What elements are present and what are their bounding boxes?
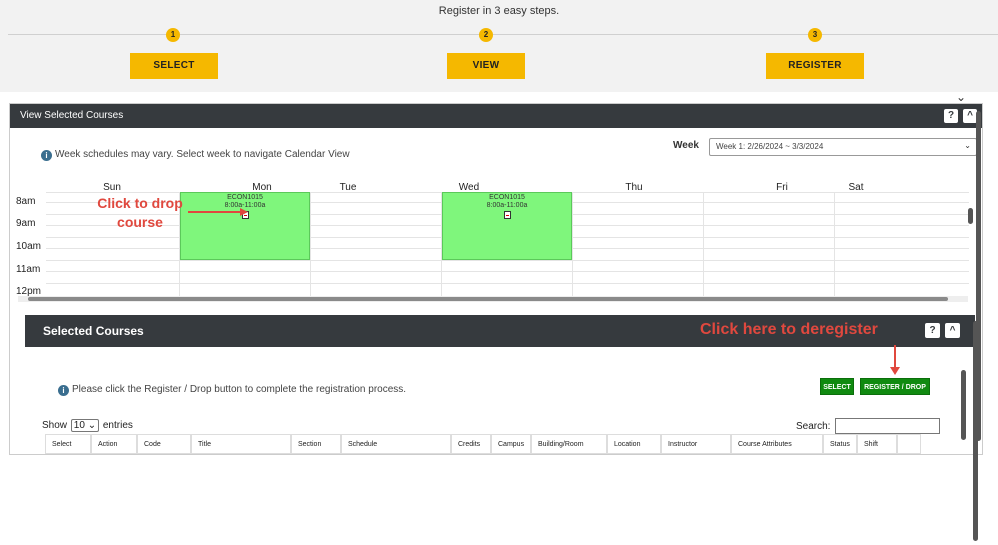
step-2-number: 2: [479, 28, 493, 42]
column-header[interactable]: Shift: [857, 434, 897, 454]
help-icon[interactable]: ?: [925, 323, 940, 338]
info-icon: i: [58, 385, 69, 396]
step-register-button[interactable]: REGISTER: [766, 53, 864, 79]
steps-divider: [8, 34, 998, 35]
selected-courses-title: Selected Courses: [43, 324, 144, 338]
hour-label: 9am: [16, 218, 36, 229]
column-header[interactable]: Instructor: [661, 434, 731, 454]
hour-label: 12pm: [16, 286, 42, 296]
registration-info-text: Please click the Register / Drop button …: [72, 384, 407, 395]
entries-select[interactable]: 10 ⌄: [70, 419, 100, 432]
chevron-down-icon: ⌄: [964, 141, 971, 150]
column-header[interactable]: Title: [191, 434, 291, 454]
show-entries: Show 10 ⌄ entries: [42, 419, 133, 432]
view-panel-header: View Selected Courses ? ^: [10, 104, 982, 128]
courses-table-header: Select Action Code Title Section Schedul…: [45, 434, 935, 454]
course-event-wed[interactable]: ECON1015 8:00a-11:00a: [442, 192, 572, 260]
chevron-up-icon[interactable]: ^: [945, 323, 960, 338]
column-header[interactable]: Status: [823, 434, 857, 454]
view-panel-title: View Selected Courses: [20, 110, 124, 121]
chevron-down-icon[interactable]: ⌄: [956, 90, 966, 104]
step-1-number: 1: [166, 28, 180, 42]
deregister-annotation: Click here to deregister: [700, 321, 878, 338]
column-header[interactable]: Location: [607, 434, 661, 454]
steps-caption: Register in 3 easy steps.: [438, 5, 560, 17]
step-view-button[interactable]: VIEW: [447, 53, 525, 79]
calendar-horizontal-scrollbar[interactable]: [18, 296, 968, 302]
column-header[interactable]: Section: [291, 434, 341, 454]
drop-annotation-line1: Click to drop: [97, 195, 183, 211]
hour-label: 11am: [16, 264, 41, 275]
arrow-right-icon: [188, 208, 248, 216]
show-label: Show: [42, 420, 68, 431]
selected-courses-scrollbar[interactable]: [960, 364, 968, 544]
course-code: ECON1015: [489, 194, 525, 201]
entries-label: entries: [102, 420, 133, 431]
registration-steps: Register in 3 easy steps. 1 SELECT 2 VIE…: [0, 0, 998, 92]
calendar-vertical-scrollbar[interactable]: [968, 188, 974, 298]
column-header[interactable]: Course Attributes: [731, 434, 823, 454]
week-info: i Week schedules may vary. Select week to…: [41, 149, 350, 161]
hour-label: 10am: [16, 241, 42, 252]
column-header[interactable]: Campus: [491, 434, 531, 454]
search-label: Search:: [796, 421, 831, 432]
column-header[interactable]: [897, 434, 921, 454]
hour-label: 8am: [16, 196, 36, 207]
info-icon: i: [41, 150, 52, 161]
view-selected-courses-panel: View Selected Courses ? ^ i Week schedule…: [9, 103, 983, 541]
week-select-value: Week 1: 2/26/2024 ~ 3/3/2024: [716, 142, 824, 151]
column-header[interactable]: Credits: [451, 434, 491, 454]
week-info-text: Week schedules may vary. Select week to …: [55, 149, 350, 160]
step-select-button[interactable]: SELECT: [130, 53, 218, 79]
course-time: 8:00a-11:00a: [486, 202, 528, 209]
column-header[interactable]: Code: [137, 434, 191, 454]
column-header[interactable]: Building/Room: [531, 434, 607, 454]
arrow-down-icon: [890, 345, 900, 375]
registration-info: i Please click the Register / Drop button…: [58, 384, 406, 396]
drop-course-icon[interactable]: [504, 211, 511, 219]
week-label: Week: [673, 140, 699, 151]
help-icon[interactable]: ?: [944, 109, 958, 123]
drop-annotation: Click to drop course: [90, 194, 190, 232]
step-3-number: 3: [808, 28, 822, 42]
course-event-mon[interactable]: ECON1015 8:00a-11:00a: [180, 192, 310, 260]
drop-annotation-line2: course: [117, 214, 163, 230]
course-code: ECON1015: [227, 194, 263, 201]
column-header[interactable]: Select: [45, 434, 91, 454]
column-header[interactable]: Schedule: [341, 434, 451, 454]
page-scrollbar[interactable]: [975, 103, 983, 455]
week-select[interactable]: Week 1: 2/26/2024 ~ 3/3/2024 ⌄: [709, 138, 977, 156]
register-drop-button[interactable]: REGISTER / DROP: [860, 378, 930, 395]
select-button[interactable]: SELECT: [820, 378, 854, 395]
search-input[interactable]: [835, 418, 940, 434]
column-header[interactable]: Action: [91, 434, 137, 454]
